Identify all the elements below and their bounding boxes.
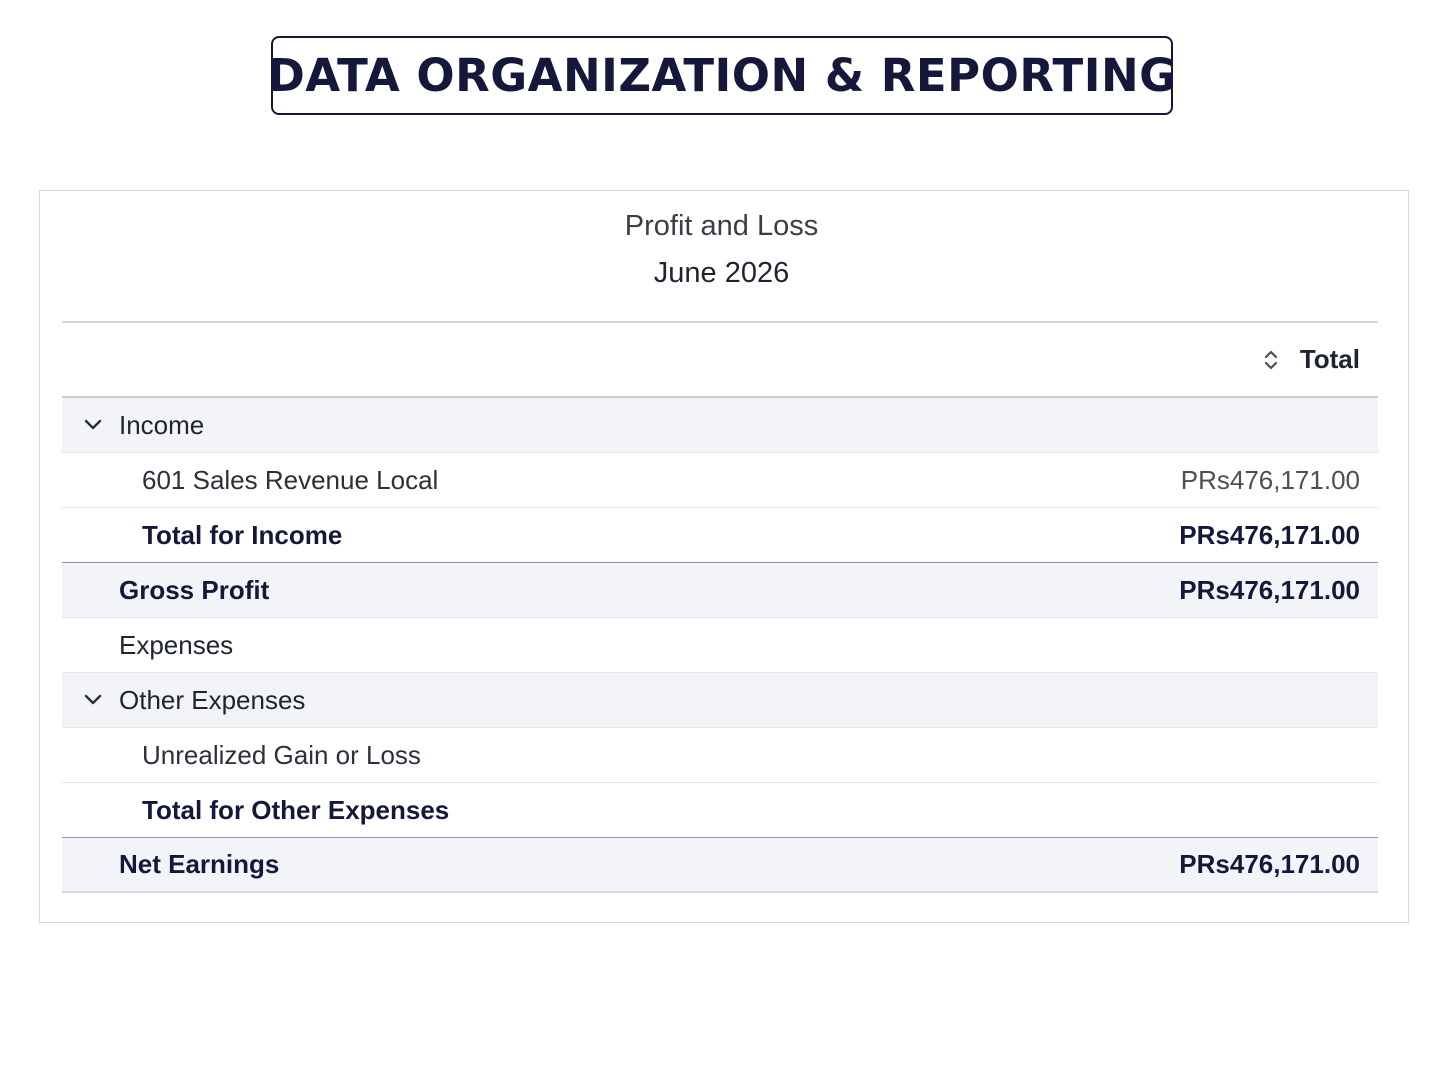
column-header-row: Total (62, 323, 1378, 398)
row-amount[interactable]: PRs476,171.00 (1179, 520, 1360, 551)
report-rows: Income 601 Sales Revenue Local PRs476,171.… (62, 398, 1378, 893)
row-label: Other Expenses (119, 684, 306, 715)
report-title: Profit and Loss (624, 210, 819, 242)
chevron-down-icon[interactable] (83, 693, 103, 707)
table-row: Net Earnings PRs476,171.00 (62, 838, 1378, 893)
row-label: Expenses (119, 629, 234, 660)
row-label: Total for Income (142, 519, 343, 550)
row-amount[interactable]: PRs476,171.00 (1181, 465, 1360, 496)
table-row[interactable]: Other Expenses (62, 673, 1378, 728)
table-row: 601 Sales Revenue Local PRs476,171.00 (62, 453, 1378, 508)
row-label: Gross Profit (119, 574, 270, 605)
table-row: Expenses (62, 618, 1378, 673)
row-amount[interactable]: PRs476,171.00 (1179, 849, 1360, 880)
row-amount[interactable]: PRs476,171.00 (1179, 575, 1360, 606)
row-label: Total for Other Expenses (142, 794, 450, 825)
report-table: Total Income 601 Sales Revenue Local PRs47… (62, 321, 1378, 893)
banner-title: DATA ORGANIZATION & REPORTING (267, 49, 1177, 102)
row-label: Income (119, 409, 205, 440)
table-row: Total for Income PRs476,171.00 (62, 508, 1378, 563)
sort-icon[interactable] (1264, 348, 1278, 372)
banner: DATA ORGANIZATION & REPORTING (267, 36, 1176, 115)
table-row: Total for Other Expenses (62, 783, 1378, 838)
table-row[interactable]: Income (62, 398, 1378, 453)
chevron-down-icon[interactable] (83, 418, 103, 432)
table-row: Gross Profit PRs476,171.00 (62, 563, 1378, 618)
column-header-total[interactable]: Total (1300, 344, 1360, 375)
report-period: June 2026 (653, 257, 790, 289)
row-label: Net Earnings (119, 849, 280, 879)
table-row: Unrealized Gain or Loss (62, 728, 1378, 783)
page: DATA ORGANIZATION & REPORTING Profit and… (0, 0, 1448, 1086)
row-label: 601 Sales Revenue Local (142, 464, 439, 495)
row-label: Unrealized Gain or Loss (142, 739, 421, 770)
